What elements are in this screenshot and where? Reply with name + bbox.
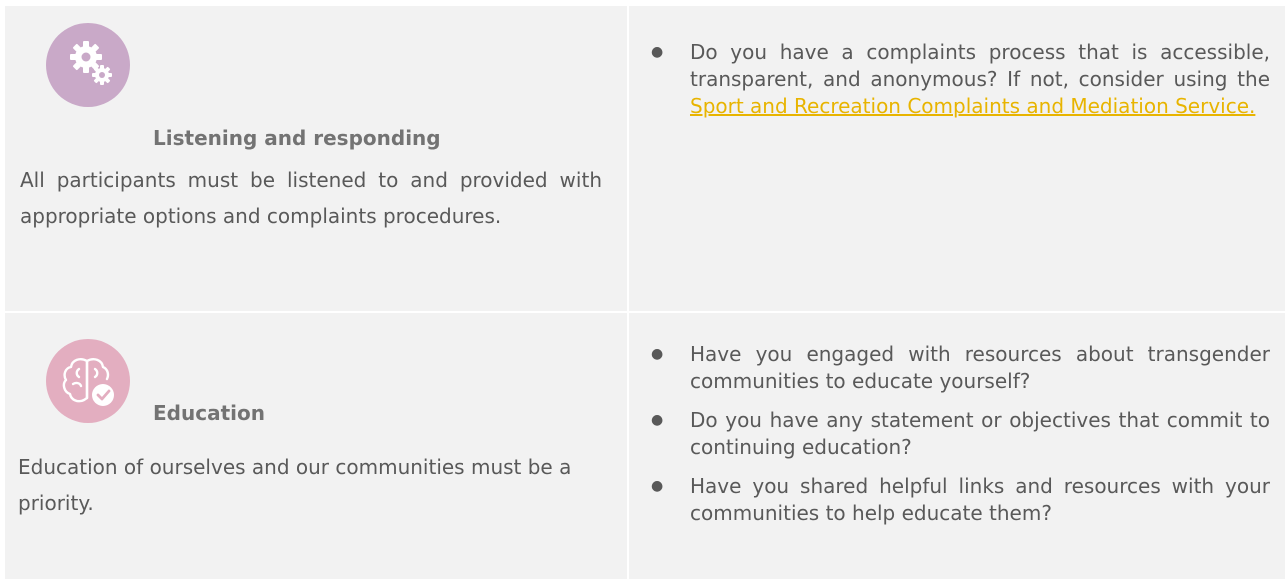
questions-list: ● Do you have a complaints process that … [629,39,1270,120]
complaints-service-link[interactable]: Sport and Recreation Complaints and Medi… [690,94,1255,118]
questions-cell: ● Do you have a complaints process that … [629,0,1285,311]
questions-list: ● Have you engaged with resources about … [629,341,1270,527]
principle-cell: Education Education of ourselves and our… [5,313,627,579]
list-item: ● Have you engaged with resources about … [629,341,1270,395]
brain-check-icon [46,339,130,423]
question-text: Have you shared helpful links and resour… [690,474,1270,525]
principle-heading: Listening and responding [153,126,441,150]
principle-description: All participants must be listened to and… [20,168,602,228]
principles-table: Listening and responding All participant… [0,0,1285,579]
principle-description: Education of ourselves and our communiti… [18,455,572,515]
principle-heading: Education [153,401,265,425]
bullet-icon: ● [651,346,664,362]
bullet-icon: ● [651,478,664,494]
bullet-icon: ● [651,412,664,428]
list-item: ● Do you have any statement or objective… [629,407,1270,461]
questions-cell: ● Have you engaged with resources about … [629,313,1285,579]
question-text: Have you engaged with resources about tr… [690,342,1270,393]
gears-icon [46,23,130,107]
table-row: Education Education of ourselves and our… [0,313,1285,579]
list-item: ● Do you have a complaints process that … [629,39,1270,120]
question-text: Do you have any statement or objectives … [690,408,1270,459]
list-item: ● Have you shared helpful links and reso… [629,473,1270,527]
question-text: Do you have a complaints process that is… [690,40,1270,91]
table-row: Listening and responding All participant… [0,0,1285,313]
bullet-icon: ● [651,44,664,60]
top-divider [0,0,1285,6]
principle-cell: Listening and responding All participant… [5,0,627,311]
